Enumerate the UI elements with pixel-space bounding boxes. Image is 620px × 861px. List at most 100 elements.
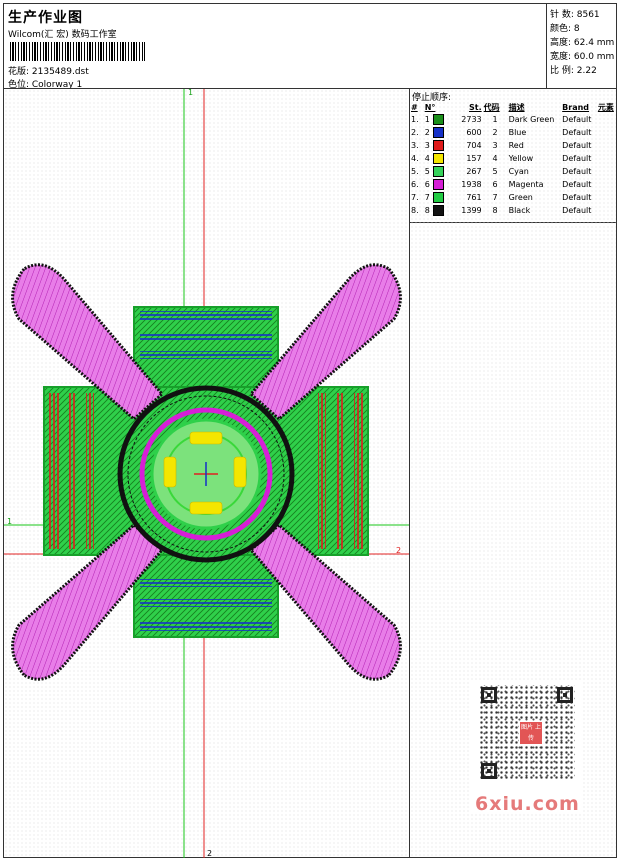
row-description: Cyan bbox=[508, 167, 529, 176]
table-row[interactable]: 7. 7 761 7 Green Default bbox=[410, 191, 620, 204]
stat-height: 高度: 62.4 mm bbox=[550, 38, 615, 48]
row-number-cell: 1 bbox=[424, 113, 453, 126]
row-number-cell: 3 bbox=[424, 139, 453, 152]
col-header-description: 描述 bbox=[508, 102, 525, 112]
row-code: 3 bbox=[492, 141, 498, 150]
row-number: 6 bbox=[424, 180, 430, 189]
row-brand: Default bbox=[562, 167, 592, 176]
row-stitches: 2733 bbox=[461, 115, 482, 124]
table-row[interactable]: 1. 1 2733 1 Dark Green Default bbox=[410, 113, 620, 126]
table-header-row: # N° St. 代码 描述 Brand 元素 bbox=[410, 101, 620, 113]
col-header-stitches: St. bbox=[469, 102, 482, 112]
row-description: Blue bbox=[508, 128, 527, 137]
row-description: Green bbox=[508, 193, 533, 202]
row-brand: Default bbox=[562, 180, 592, 189]
row-number-cell: 5 bbox=[424, 165, 453, 178]
row-index: 4. bbox=[411, 154, 419, 163]
row-brand: Default bbox=[562, 128, 592, 137]
row-element bbox=[597, 139, 620, 152]
row-code: 7 bbox=[492, 193, 498, 202]
row-index: 1. bbox=[411, 115, 419, 124]
row-number-cell: 7 bbox=[424, 191, 453, 204]
col-header-brand: Brand bbox=[562, 102, 590, 112]
row-stitches: 267 bbox=[466, 167, 482, 176]
row-index: 5. bbox=[411, 167, 419, 176]
row-stitches: 600 bbox=[466, 128, 482, 137]
color-swatch bbox=[432, 140, 444, 151]
row-brand: Default bbox=[562, 206, 592, 215]
row-brand: Default bbox=[562, 115, 592, 124]
row-stitches: 761 bbox=[466, 193, 482, 202]
row-index: 7. bbox=[411, 193, 419, 202]
design-file-label: 花版: 2135489.dst bbox=[8, 67, 89, 77]
row-number: 7 bbox=[424, 193, 430, 202]
row-brand: Default bbox=[562, 193, 592, 202]
qr-matrix: 图片 上传 bbox=[479, 685, 575, 781]
row-code: 1 bbox=[492, 115, 498, 124]
color-swatch bbox=[432, 179, 444, 190]
qr-finder bbox=[557, 687, 573, 703]
col-header-number: N° bbox=[424, 102, 436, 112]
row-number: 5 bbox=[424, 167, 430, 176]
row-number-cell: 6 bbox=[424, 178, 453, 191]
row-code: 4 bbox=[492, 154, 498, 163]
row-description: Black bbox=[508, 206, 531, 215]
row-index: 6. bbox=[411, 180, 419, 189]
row-number-cell: 8 bbox=[424, 204, 453, 217]
design-canvas[interactable]: 1 2 1 2 bbox=[4, 89, 409, 858]
row-code: 8 bbox=[492, 206, 498, 215]
col-header-code: 代码 bbox=[483, 102, 500, 112]
row-element bbox=[597, 165, 620, 178]
col-header-index: # bbox=[411, 102, 418, 112]
stat-scale: 比 例: 2.22 bbox=[550, 66, 597, 76]
header: 生产作业图 Wilcom(汇 宏) 数码工作室 花版: 2135489.dst … bbox=[4, 4, 546, 90]
guide-label-h2: 2 bbox=[396, 546, 401, 555]
row-stitches: 157 bbox=[466, 154, 482, 163]
color-table: # N° St. 代码 描述 Brand 元素 1. 1 2733 1 Dark Gre… bbox=[410, 101, 620, 217]
color-swatch bbox=[432, 153, 444, 164]
col-header-element: 元素 bbox=[597, 102, 614, 112]
color-swatch bbox=[432, 114, 444, 125]
row-element bbox=[597, 178, 620, 191]
row-description: Dark Green bbox=[508, 115, 555, 124]
row-stitches: 1938 bbox=[461, 180, 482, 189]
row-element bbox=[597, 152, 620, 165]
table-row[interactable]: 8. 8 1399 8 Black Default bbox=[410, 204, 620, 217]
row-number: 4 bbox=[424, 154, 430, 163]
table-row[interactable]: 4. 4 157 4 Yellow Default bbox=[410, 152, 620, 165]
stat-colors: 颜色: 8 bbox=[550, 24, 580, 34]
row-brand: Default bbox=[562, 141, 592, 150]
row-number-cell: 2 bbox=[424, 126, 453, 139]
row-stitches: 704 bbox=[466, 141, 482, 150]
guide-label-v2: 2 bbox=[207, 849, 212, 858]
stat-width: 宽度: 60.0 mm bbox=[550, 52, 615, 62]
qr-finder bbox=[481, 687, 497, 703]
row-brand: Default bbox=[562, 154, 592, 163]
guide-label-h1: 1 bbox=[7, 517, 12, 526]
row-index: 8. bbox=[411, 206, 419, 215]
watermark-logo[interactable]: 6xiu.com bbox=[475, 793, 580, 815]
row-number: 2 bbox=[424, 128, 430, 137]
table-row[interactable]: 5. 5 267 5 Cyan Default bbox=[410, 165, 620, 178]
row-number: 3 bbox=[424, 141, 430, 150]
company-name: Wilcom(汇 宏) 数码工作室 bbox=[8, 30, 117, 40]
row-code: 6 bbox=[492, 180, 498, 189]
qr-logo: 图片 上传 bbox=[519, 721, 543, 745]
guide-label-v1: 1 bbox=[188, 89, 193, 97]
row-element bbox=[597, 113, 620, 126]
embroidery-design: 1 2 1 2 bbox=[4, 89, 409, 858]
row-index: 3. bbox=[411, 141, 419, 150]
row-number: 1 bbox=[424, 115, 430, 124]
table-row[interactable]: 2. 2 600 2 Blue Default bbox=[410, 126, 620, 139]
color-swatch bbox=[432, 127, 444, 138]
barcode bbox=[10, 42, 145, 61]
row-index: 2. bbox=[411, 128, 419, 137]
table-row[interactable]: 6. 6 1938 6 Magenta Default bbox=[410, 178, 620, 191]
color-swatch bbox=[432, 192, 444, 203]
row-description: Red bbox=[508, 141, 524, 150]
table-row[interactable]: 3. 3 704 3 Red Default bbox=[410, 139, 620, 152]
row-element bbox=[597, 126, 620, 139]
row-code: 2 bbox=[492, 128, 498, 137]
color-swatch bbox=[432, 205, 444, 216]
page-title: 生产作业图 bbox=[8, 10, 83, 26]
